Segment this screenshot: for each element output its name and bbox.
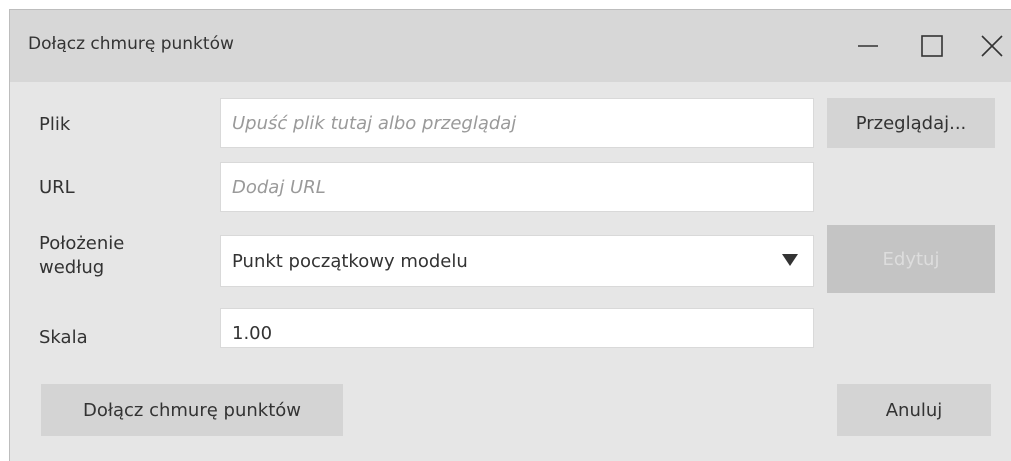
triangle-down-icon bbox=[782, 254, 798, 266]
scale-label: Skala bbox=[39, 327, 88, 348]
position-select-value: Punkt początkowy modelu bbox=[232, 250, 468, 272]
attach-point-cloud-dialog: Dołącz chmurę punktów Plik Upuść plik tu… bbox=[9, 9, 1011, 461]
dialog-title: Dołącz chmurę punktów bbox=[28, 34, 234, 54]
position-label-line1: Położenie bbox=[39, 233, 125, 254]
position-select[interactable]: Punkt początkowy modelu bbox=[220, 235, 814, 287]
file-label: Plik bbox=[39, 114, 71, 135]
scale-input[interactable]: 1.00 bbox=[220, 308, 814, 348]
position-label: Położenie według bbox=[39, 232, 124, 280]
edit-button[interactable]: Edytuj bbox=[827, 225, 995, 293]
url-label: URL bbox=[39, 177, 75, 198]
title-bar[interactable]: Dołącz chmurę punktów bbox=[10, 10, 1011, 82]
file-drop-input[interactable]: Upuść plik tutaj albo przeglądaj bbox=[220, 98, 814, 148]
cancel-button[interactable]: Anuluj bbox=[837, 384, 991, 436]
attach-point-cloud-button[interactable]: Dołącz chmurę punktów bbox=[41, 384, 343, 436]
maximize-icon bbox=[921, 35, 943, 57]
url-input[interactable]: Dodaj URL bbox=[220, 162, 814, 212]
position-label-line2: według bbox=[39, 257, 105, 278]
close-icon bbox=[981, 35, 1003, 57]
browse-button[interactable]: Przeglądaj... bbox=[827, 98, 995, 148]
close-button[interactable] bbox=[974, 28, 1010, 64]
minimize-icon bbox=[858, 45, 878, 47]
minimize-button[interactable] bbox=[850, 28, 886, 64]
maximize-button[interactable] bbox=[914, 28, 950, 64]
